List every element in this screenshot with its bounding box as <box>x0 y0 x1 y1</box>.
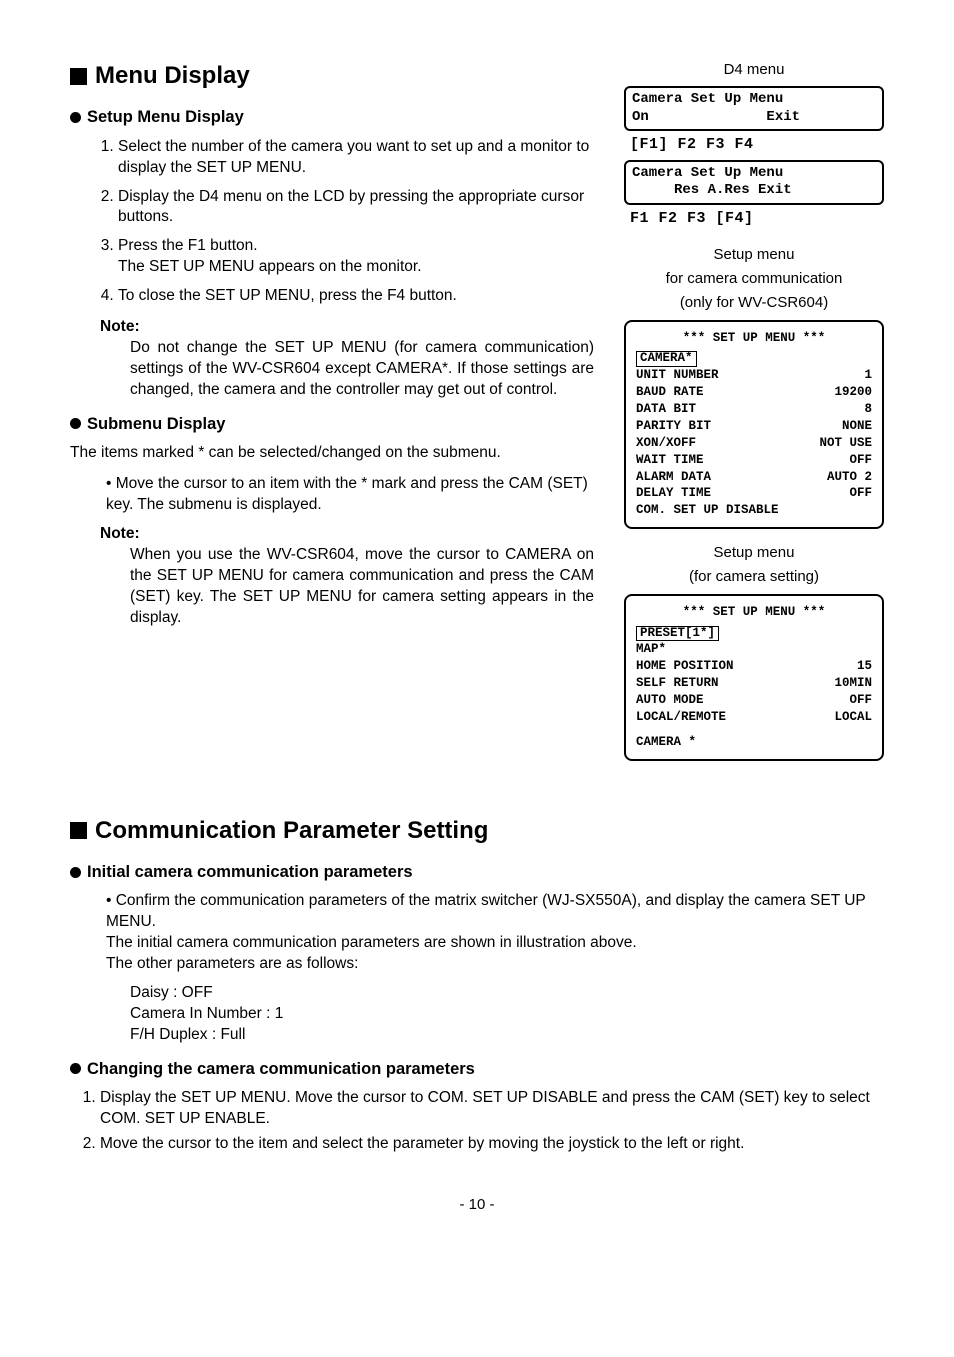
setup-step-4: To close the SET UP MENU, press the F4 b… <box>118 286 594 307</box>
caption-setup-comm-2: for camera communication <box>624 269 884 289</box>
heading-change-text: Changing the camera communication parame… <box>87 1058 475 1080</box>
init-bullet-1: Confirm the communication parameters of … <box>106 891 884 975</box>
screen-camset-preset: PRESET[1*] <box>636 626 719 642</box>
screen-camset-row: AUTO MODEOFF <box>636 692 872 709</box>
screen-camset-hdr: *** SET UP MENU *** <box>636 604 872 621</box>
screen-comm-row: PARITY BITNONE <box>636 418 872 435</box>
setup-note-label: Note: <box>100 317 594 338</box>
screen-camset-camera: CAMERA * <box>636 734 872 751</box>
heading-submenu-text: Submenu Display <box>87 413 225 435</box>
screen-camset-row: SELF RETURN10MIN <box>636 675 872 692</box>
setup-steps-list: Select the number of the camera you want… <box>70 137 594 307</box>
submenu-intro: The items marked * can be selected/chang… <box>70 443 594 464</box>
caption-setup-cam-1: Setup menu <box>624 543 884 563</box>
init-line3: The other parameters are as follows: <box>106 955 358 972</box>
screen-comm-row: BAUD RATE19200 <box>636 384 872 401</box>
screen-comm-row: ALARM DATAAUTO 2 <box>636 469 872 486</box>
heading-setup-menu-display: Setup Menu Display <box>70 106 594 128</box>
screen-comm-row: XON/XOFFNOT USE <box>636 435 872 452</box>
change-steps: Display the SET UP MENU. Move the cursor… <box>70 1088 884 1155</box>
screen-camset: *** SET UP MENU *** PRESET[1*] MAP* HOME… <box>624 594 884 761</box>
screen-comm-hdr: *** SET UP MENU *** <box>636 330 872 347</box>
heading-setup-text: Setup Menu Display <box>87 106 244 128</box>
fkeys-1: [F1] F2 F3 F4 <box>624 133 884 157</box>
d4-box2-line1: Camera Set Up Menu <box>632 165 783 181</box>
setup-step-1: Select the number of the camera you want… <box>118 137 594 179</box>
submenu-bullets: Move the cursor to an item with the * ma… <box>70 474 594 516</box>
screen-comm-row: DATA BIT8 <box>636 401 872 418</box>
heading-change-comm: Changing the camera communication parame… <box>70 1058 884 1080</box>
setup-step-2: Display the D4 menu on the LCD by pressi… <box>118 187 594 229</box>
d4-box1-line1: Camera Set Up Menu <box>632 91 783 107</box>
screen-comm-row: UNIT NUMBER1 <box>636 367 872 384</box>
setup-step-3b: The SET UP MENU appears on the monitor. <box>118 258 422 275</box>
init-line2: The initial camera communication paramet… <box>106 934 637 951</box>
d4-box-1: Camera Set Up Menu On Exit <box>624 86 884 131</box>
screen-camset-map: MAP* <box>636 641 872 658</box>
d4menu-label: D4 menu <box>624 60 884 80</box>
d4-box-2: Camera Set Up Menu Res A.Res Exit <box>624 160 884 205</box>
screen-comm-camera: CAMERA* <box>636 351 697 367</box>
init-bullet-text: Confirm the communication parameters of … <box>106 892 865 930</box>
setup-step-3a: Press the F1 button. <box>118 237 258 254</box>
screen-comm: *** SET UP MENU *** CAMERA* UNIT NUMBER1… <box>624 320 884 530</box>
page-number: - 10 - <box>70 1195 884 1215</box>
d4-box2-line2: Res A.Res Exit <box>632 182 792 198</box>
init-p1: Daisy : OFF <box>130 983 884 1004</box>
screen-comm-footer: COM. SET UP DISABLE <box>636 502 872 519</box>
screen-camset-row: LOCAL/REMOTELOCAL <box>636 709 872 726</box>
heading-comm-text: Communication Parameter Setting <box>95 815 488 847</box>
screen-comm-row: DELAY TIMEOFF <box>636 485 872 502</box>
setup-step-3: Press the F1 button. The SET UP MENU app… <box>118 236 594 278</box>
submenu-note-body: When you use the WV-CSR604, move the cur… <box>130 545 594 629</box>
change-step-1: Display the SET UP MENU. Move the cursor… <box>100 1088 884 1130</box>
heading-comm-param: Communication Parameter Setting <box>70 815 884 847</box>
setup-note-body: Do not change the SET UP MENU (for camer… <box>130 338 594 401</box>
submenu-bullet-1: Move the cursor to an item with the * ma… <box>106 474 594 516</box>
caption-setup-comm-3: (only for WV-CSR604) <box>624 293 884 313</box>
heading-menu-display-text: Menu Display <box>95 60 250 92</box>
heading-init-comm: Initial camera communication parameters <box>70 861 884 883</box>
screen-camset-row: HOME POSITION15 <box>636 658 872 675</box>
init-bullets: Confirm the communication parameters of … <box>70 891 884 975</box>
heading-submenu-display: Submenu Display <box>70 413 594 435</box>
screen-comm-row: WAIT TIMEOFF <box>636 452 872 469</box>
heading-menu-display: Menu Display <box>70 60 594 92</box>
init-p3: F/H Duplex : Full <box>130 1025 884 1046</box>
caption-setup-comm-1: Setup menu <box>624 245 884 265</box>
heading-init-text: Initial camera communication parameters <box>87 861 413 883</box>
init-p2: Camera In Number : 1 <box>130 1004 884 1025</box>
caption-setup-cam-2: (for camera setting) <box>624 567 884 587</box>
submenu-note-label: Note: <box>100 524 594 545</box>
change-step-2: Move the cursor to the item and select t… <box>100 1134 884 1155</box>
d4-box1-line2: On Exit <box>632 109 800 125</box>
fkeys-2: F1 F2 F3 [F4] <box>624 207 884 231</box>
